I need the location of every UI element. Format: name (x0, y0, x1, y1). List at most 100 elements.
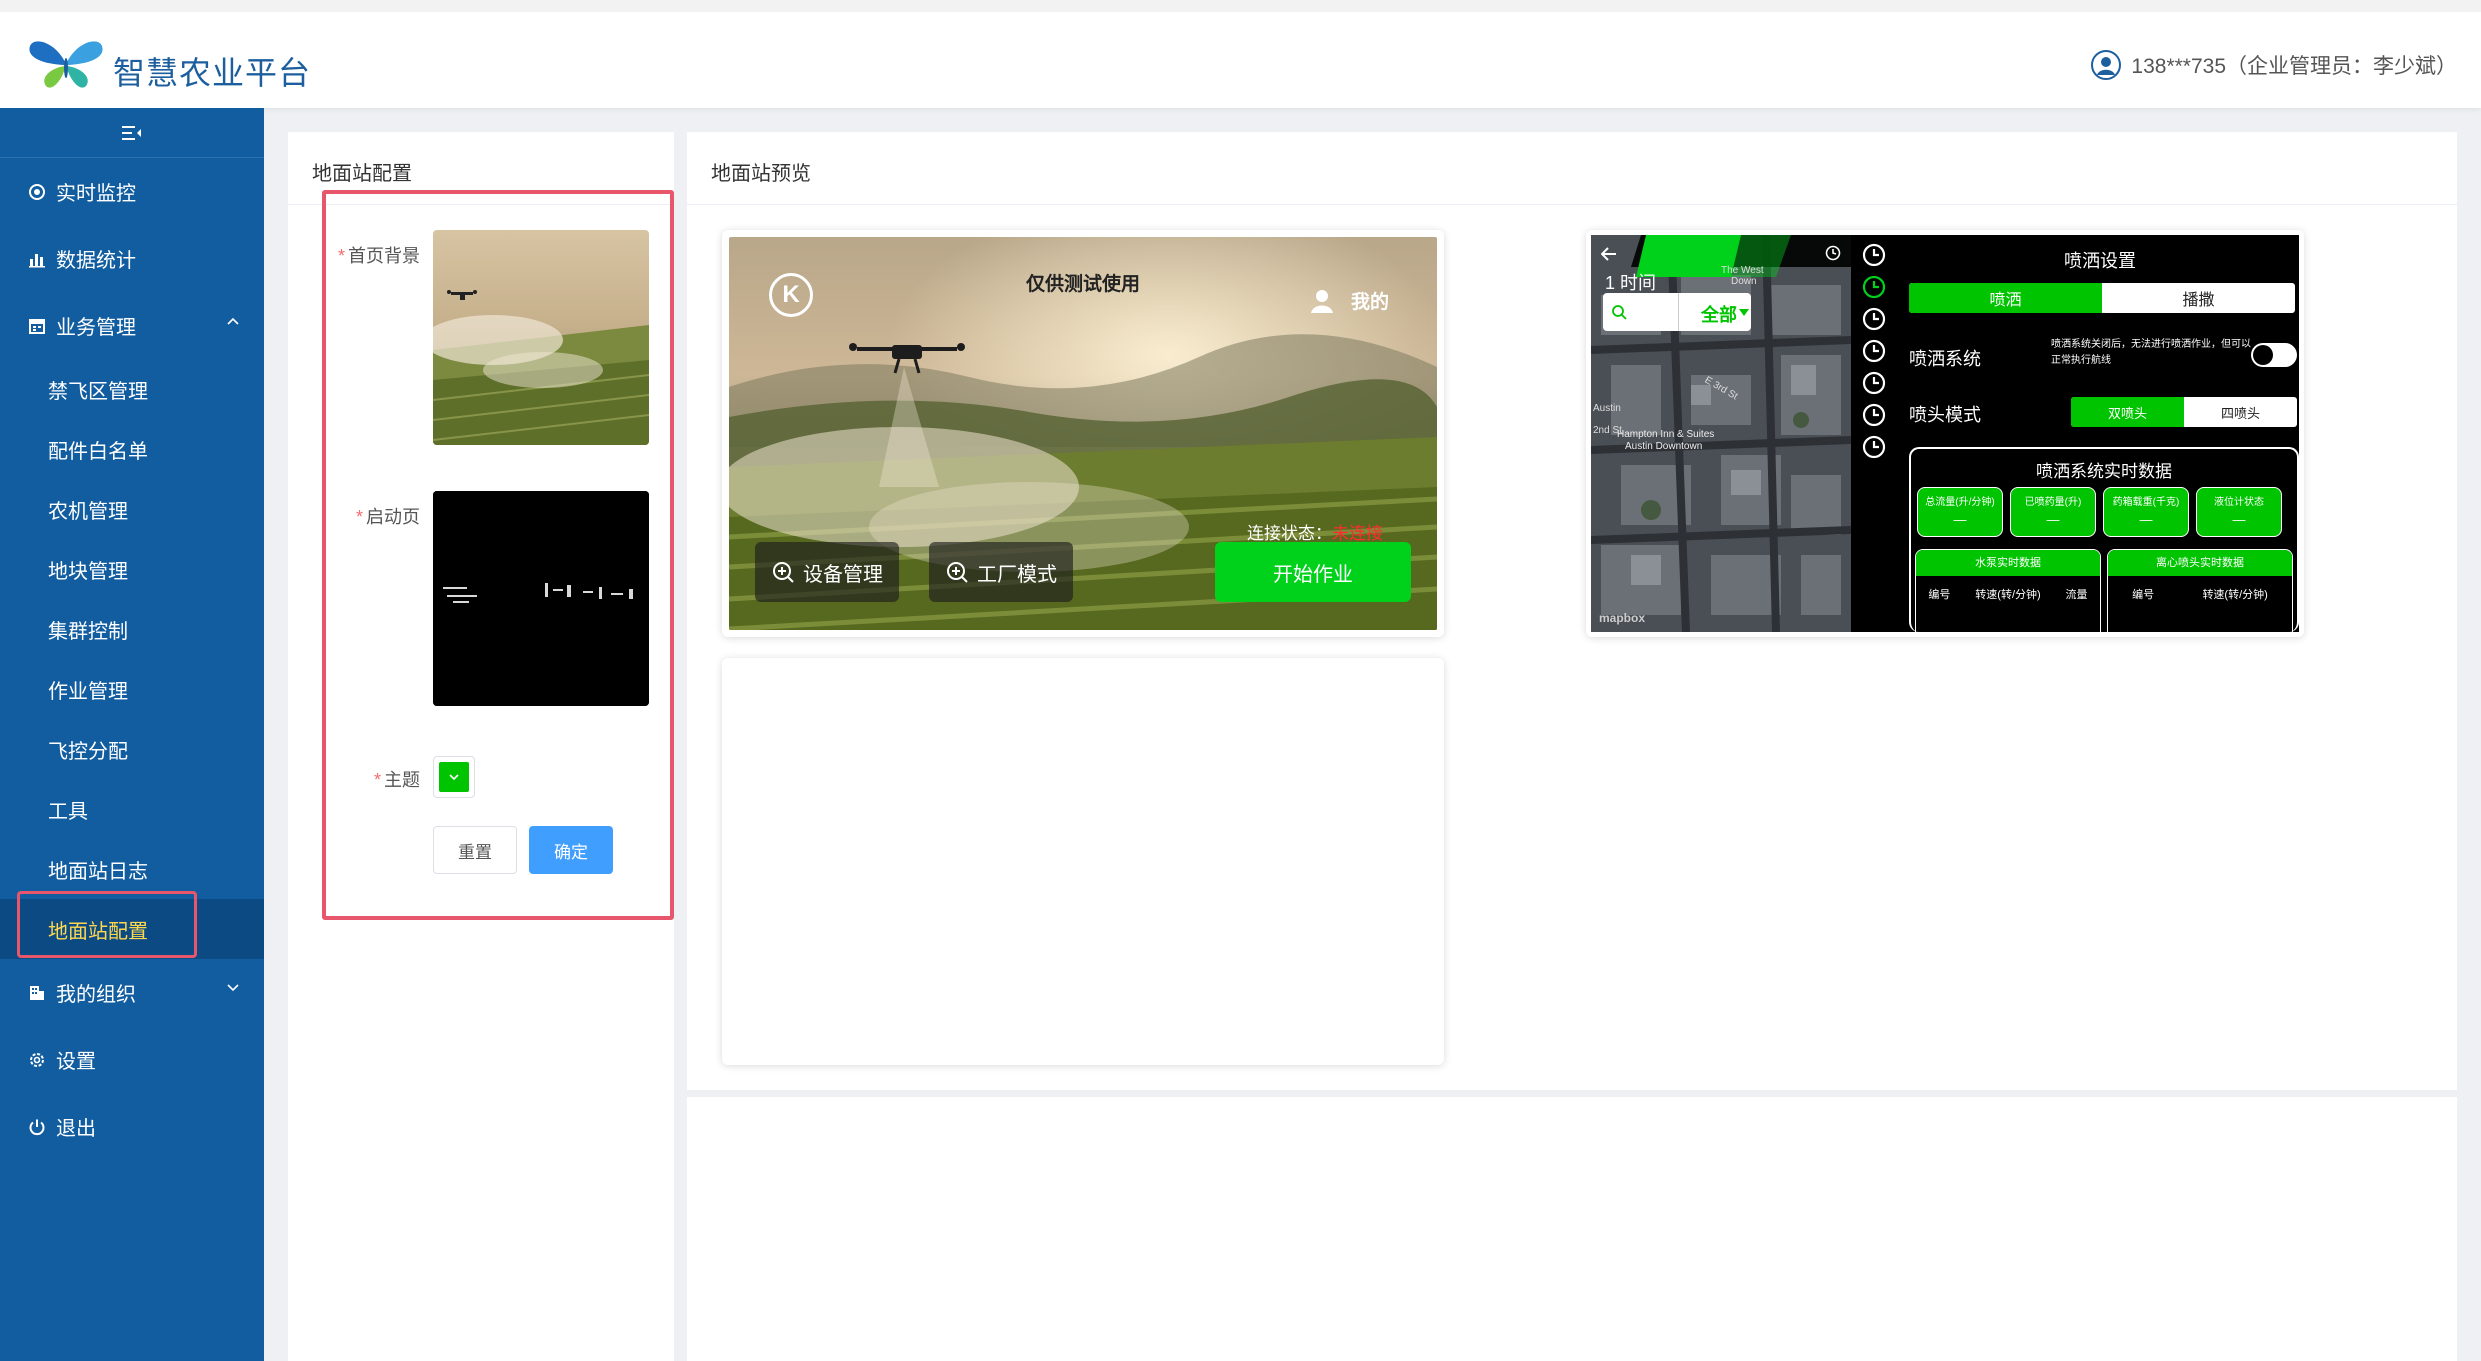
centrifugal-data-panel: 离心喷头实时数据 编号 转速(转/分钟) (2107, 549, 2293, 632)
sidebar-item-tools[interactable]: 工具 (0, 779, 264, 839)
connection-status: 连接状态：未连接 (1247, 524, 1383, 543)
home-bg-upload[interactable] (433, 230, 649, 445)
realtime-data-box: 喷洒系统实时数据 总流量(升/分钟) — 已喷药量(升) — 药箱载重(千克) — 液… (1909, 447, 2299, 632)
metric-total-flow: 总流量(升/分钟) — (1917, 487, 2003, 537)
nozzle-mode-tabs: 双喷头 四喷头 (2071, 397, 2297, 427)
splash-upload[interactable] (433, 491, 649, 706)
user-icon (1310, 289, 1333, 313)
map-label: Hampton Inn & Suites (1617, 429, 1715, 440)
sidebar-item-flight-control-assign[interactable]: 飞控分配 (0, 719, 264, 779)
sidebar-item-no-fly-zone[interactable]: 禁飞区管理 (0, 359, 264, 419)
map-label: 2nd St (1593, 425, 1622, 436)
sidebar-item-label: 退出 (56, 1118, 96, 1140)
mine-button[interactable]: 我的 (1310, 287, 1389, 314)
sidebar-item-logout[interactable]: 退出 (0, 1093, 264, 1160)
mapbox-brand: mapbox (1599, 611, 1646, 625)
map-label: Down (1731, 276, 1757, 287)
chevron-down-icon (227, 984, 239, 992)
sidebar-item-my-org[interactable]: 我的组织 (0, 959, 264, 1026)
spray-system-label: 喷洒系统 (1909, 349, 1981, 369)
tab-dual-nozzle[interactable]: 双喷头 (2071, 397, 2184, 427)
sidebar-item-settings[interactable]: 设置 (0, 1026, 264, 1093)
time-sidebar (1851, 235, 1897, 632)
sidebar-item-ground-station-log[interactable]: 地面站日志 (0, 839, 264, 899)
realtime-data-title: 喷洒系统实时数据 (2036, 462, 2172, 481)
search-icon (1612, 305, 1627, 320)
collapse-menu-button[interactable] (0, 108, 264, 158)
home-bg-label: * 首页背景 (337, 246, 420, 266)
pump-data-panel: 水泵实时数据 编号 转速(转/分钟) 流量 (1915, 549, 2101, 632)
sidebar-item-label: 我的组织 (56, 984, 136, 1006)
user-info-text: 138***735（企业管理员：李少斌） (2131, 55, 2457, 78)
sidebar-item-business-mgmt[interactable]: 业务管理 (0, 292, 264, 359)
home-preview-card: K 仅供测试使用 我的 连接状态：未连接 设备管理 工厂模式 开始作业 (722, 230, 1444, 637)
search-filter-box[interactable]: 全部 (1603, 293, 1751, 331)
butterfly-logo-icon (29, 41, 103, 88)
spray-settings-preview-card: 1 时间 全部 The West Down Hampton Inn & Suit… (1586, 230, 2304, 637)
zoom-in-icon (773, 562, 794, 583)
theme-color-picker[interactable] (433, 756, 475, 798)
app-title: 智慧农业平台 (113, 55, 312, 91)
metric-level-gauge: 液位计状态 — (2196, 487, 2282, 537)
spray-mode-tabs: 喷洒 播撒 (1909, 283, 2295, 313)
chevron-down-icon (449, 774, 459, 781)
theme-color-swatch (439, 762, 469, 792)
sidebar-item-plots[interactable]: 地块管理 (0, 539, 264, 599)
divider (288, 204, 674, 205)
spray-system-toggle[interactable] (2251, 343, 2297, 367)
sidebar-item-label: 数据统计 (56, 250, 136, 272)
sidebar-item-cluster-control[interactable]: 集群控制 (0, 599, 264, 659)
metric-sprayed-volume: 已喷药量(升) — (2010, 487, 2096, 537)
gear-icon (30, 1052, 44, 1067)
factory-mode-button[interactable]: 工厂模式 (929, 542, 1073, 602)
reset-button[interactable]: 重置 (433, 826, 517, 874)
time-label: 1 时间 (1605, 273, 1657, 293)
spray-system-hint: 喷洒系统关闭后，无法进行喷洒作业，但可以正常执行航线 (2051, 339, 2251, 366)
map-label: The West (1721, 265, 1764, 276)
start-operation-button[interactable]: 开始作业 (1215, 542, 1411, 602)
home-bg-thumbnail (433, 230, 649, 445)
power-icon (29, 1119, 45, 1135)
theme-label: * 主题 (373, 770, 420, 790)
spray-settings-pane: 喷洒设置 喷洒 播撒 喷洒系统 喷洒系统关闭后，无法进行喷洒作业，但可以正常执行… (1901, 235, 2299, 632)
user-account[interactable]: 138***735（企业管理员：李少斌） (2091, 50, 2457, 80)
filter-all[interactable]: 全部 (1701, 301, 1737, 327)
preview-panel-title: 地面站预览 (711, 163, 811, 185)
preview-panel-lower (687, 1097, 2457, 1361)
confirm-button[interactable]: 确定 (529, 826, 613, 874)
splash-preview-card (722, 658, 1444, 1065)
sidebar-item-ground-station-config[interactable]: 地面站配置 (0, 899, 264, 959)
sidebar: 实时监控 数据统计 业务管理 禁飞区管理 配件白名单 农机管理 地块管理 集群控… (0, 108, 264, 1361)
tab-spray[interactable]: 喷洒 (1909, 283, 2102, 313)
sidebar-item-operations[interactable]: 作业管理 (0, 659, 264, 719)
back-arrow-icon[interactable] (1601, 247, 1617, 261)
metric-tank-load: 药箱载重(千克) — (2103, 487, 2189, 537)
spray-settings-preview: 1 时间 全部 The West Down Hampton Inn & Suit… (1591, 235, 2299, 632)
device-mgmt-button[interactable]: 设备管理 (755, 542, 899, 602)
sidebar-item-realtime-monitor[interactable]: 实时监控 (0, 158, 264, 225)
monitor-icon (29, 183, 45, 200)
caret-down-icon (1739, 309, 1749, 316)
sidebar-item-label: 实时监控 (56, 183, 136, 205)
tab-quad-nozzle[interactable]: 四喷头 (2184, 397, 2297, 427)
user-avatar-icon (2091, 50, 2122, 80)
sidebar-item-data-stats[interactable]: 数据统计 (0, 225, 264, 292)
menu-fold-icon (122, 125, 141, 140)
clock-icon (1825, 245, 1841, 261)
tab-spread[interactable]: 播撒 (2102, 283, 2295, 313)
nozzle-mode-label: 喷头模式 (1909, 405, 1981, 425)
sidebar-item-label: 设置 (56, 1051, 96, 1073)
sidebar-item-parts-whitelist[interactable]: 配件白名单 (0, 419, 264, 479)
map-label: Austin Downtown (1625, 441, 1703, 452)
zoom-in-icon (947, 562, 968, 583)
bar-chart-icon (29, 253, 45, 267)
divider (687, 204, 2457, 205)
sidebar-item-machinery[interactable]: 农机管理 (0, 479, 264, 539)
splash-label: * 启动页 (355, 507, 420, 527)
home-preview: K 仅供测试使用 我的 连接状态：未连接 设备管理 工厂模式 开始作业 (729, 237, 1437, 630)
sidebar-item-label: 业务管理 (56, 317, 136, 339)
clock-icons (1862, 243, 1886, 459)
satellite-map: 1 时间 全部 The West Down Hampton Inn & Suit… (1591, 235, 1851, 632)
top-header: 智慧农业平台 138***735（企业管理员：李少斌） (0, 0, 2481, 108)
org-icon (30, 985, 44, 1000)
